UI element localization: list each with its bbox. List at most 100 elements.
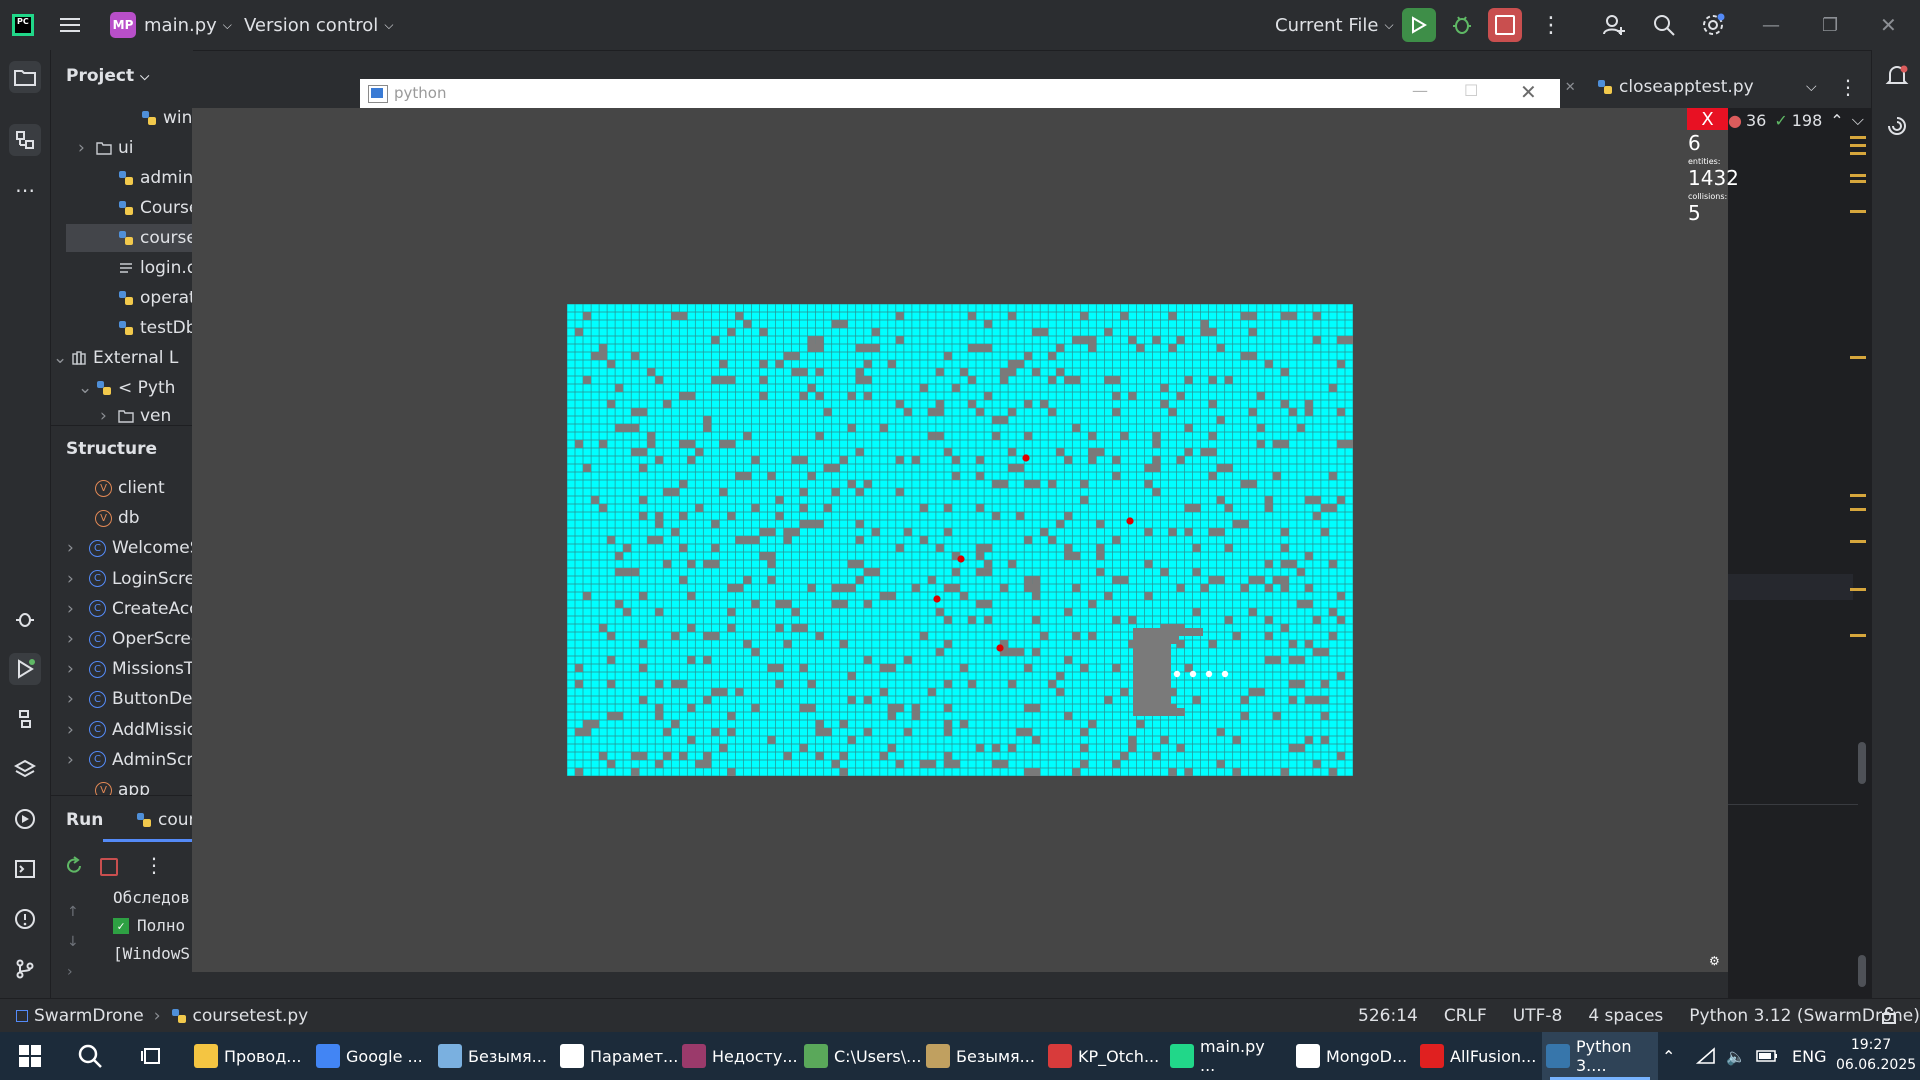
project-tree-row[interactable]: ⌄ < Pyth (51, 374, 193, 402)
chevron-down-icon[interactable]: ⌄ (78, 378, 92, 398)
main-menu-icon[interactable] (60, 0, 82, 50)
breadcrumb-file[interactable]: coursetest.py (193, 1006, 309, 1026)
run-config-selector[interactable]: Current File ⌵ (1275, 0, 1394, 50)
next-problem-icon[interactable]: ⌵ (1852, 110, 1864, 130)
tabs-dropdown-icon[interactable]: ⌵ (1806, 66, 1817, 108)
scroll-up-icon[interactable]: ↑ (67, 904, 79, 920)
prev-problem-icon[interactable]: ⌃ (1830, 111, 1843, 130)
vcs-selector[interactable]: Version control ⌵ (244, 0, 393, 50)
taskbar-app[interactable]: AllFusion... (1416, 1032, 1536, 1080)
taskbar-app[interactable]: MongoD... (1292, 1032, 1408, 1080)
app-close-button[interactable]: X (1687, 108, 1728, 130)
project-tree-row[interactable]: adminN (51, 164, 206, 192)
expand-icon[interactable]: › (67, 964, 73, 980)
editor-tab[interactable]: closeapptest.py (1597, 66, 1754, 108)
debug-tool-icon[interactable] (9, 603, 41, 635)
debug-button[interactable] (1450, 0, 1474, 50)
chevron-right-icon[interactable]: › (100, 406, 114, 426)
network-icon[interactable] (1696, 1032, 1716, 1080)
stop-icon[interactable] (100, 858, 118, 876)
structure-tool-icon[interactable] (9, 124, 41, 156)
chevron-right-icon[interactable]: › (67, 569, 89, 589)
run-panel-title[interactable]: Run (66, 806, 103, 834)
editor-scrollbar-thumb[interactable] (1858, 742, 1866, 784)
structure-row[interactable]: › C ButtonDel (51, 685, 197, 713)
stop-button[interactable] (1488, 0, 1522, 50)
layers-icon[interactable] (9, 753, 41, 785)
tabs-more-icon[interactable]: ⋮ (1838, 66, 1858, 108)
structure-row[interactable]: › C LoginScre (51, 565, 195, 593)
chevron-right-icon[interactable]: › (67, 629, 89, 649)
ai-assistant-icon[interactable] (1885, 114, 1909, 138)
project-panel-header[interactable]: Project ⌵ (66, 62, 149, 90)
terminal-icon[interactable] (9, 853, 41, 885)
rerun-button[interactable] (1402, 0, 1436, 50)
more-actions-icon[interactable]: ⋮ (144, 853, 164, 877)
project-tree-row[interactable]: operat (51, 284, 196, 312)
chevron-right-icon[interactable]: › (67, 659, 89, 679)
search-icon[interactable] (1652, 0, 1676, 50)
structure-row[interactable]: › C OperScree (51, 625, 201, 653)
notifications-icon[interactable] (1885, 64, 1909, 88)
close-icon[interactable]: ✕ (1880, 0, 1897, 50)
project-tree-row[interactable]: ⌄ External L (51, 344, 193, 372)
project-tree-row[interactable]: login.d (51, 254, 198, 282)
settings-gear-icon[interactable] (1700, 0, 1726, 50)
chevron-right-icon[interactable]: › (67, 720, 89, 740)
structure-row[interactable]: Vdb (51, 504, 140, 532)
simulation-grid[interactable] (567, 304, 1353, 776)
structure-row[interactable]: › C CreateAcc (51, 595, 199, 623)
structure-row[interactable]: › C WelcomeS (51, 534, 201, 562)
project-tool-icon[interactable] (9, 61, 41, 93)
structure-panel-title[interactable]: Structure (66, 435, 157, 463)
volume-icon[interactable]: 🔈 (1726, 1032, 1746, 1080)
chevron-down-icon[interactable]: ⌄ (53, 348, 67, 368)
taskbar-app[interactable]: Парамет... (556, 1032, 678, 1080)
pycharm-logo[interactable]: PC (12, 0, 34, 50)
services-icon[interactable] (9, 803, 41, 835)
close-tab-icon[interactable]: ✕ (1565, 80, 1576, 95)
maximize-icon[interactable]: ☐ (1464, 81, 1478, 100)
search-icon[interactable] (72, 1032, 108, 1080)
run-scrollbar-thumb[interactable] (1858, 955, 1866, 987)
more-actions-icon[interactable]: ⋮ (1540, 0, 1562, 50)
add-user-icon[interactable] (1602, 0, 1626, 50)
windows-start-icon[interactable] (12, 1032, 48, 1080)
project-tree-row[interactable]: win (51, 104, 193, 132)
project-tree-row[interactable]: course (66, 224, 197, 252)
lock-icon[interactable] (1880, 1006, 1898, 1024)
breadcrumb-project[interactable]: SwarmDrone (34, 1006, 144, 1026)
scroll-down-icon[interactable]: ↓ (67, 934, 79, 950)
taskbar-app[interactable]: Безымя... (434, 1032, 550, 1080)
taskbar-app[interactable]: Недосту... (678, 1032, 798, 1080)
structure-row[interactable]: › C MissionsT (51, 655, 194, 683)
run-tool-icon[interactable] (9, 653, 41, 685)
taskbar-app[interactable]: Провод... (190, 1032, 306, 1080)
git-icon[interactable] (9, 953, 41, 985)
minimize-icon[interactable]: — (1762, 0, 1780, 50)
taskbar-app[interactable]: Безымя... (922, 1032, 1038, 1080)
python-console-icon[interactable] (9, 703, 41, 735)
taskbar-app[interactable]: Google ... (312, 1032, 428, 1080)
chevron-right-icon[interactable]: › (67, 538, 89, 558)
taskbar-app[interactable]: main.py ... (1166, 1032, 1282, 1080)
structure-row[interactable]: › C AddMissic (51, 716, 196, 744)
chevron-right-icon[interactable]: › (67, 750, 89, 770)
battery-icon[interactable] (1756, 1032, 1778, 1080)
taskbar-app[interactable]: Python 3.... (1542, 1032, 1658, 1080)
indent-setting[interactable]: 4 spaces (1588, 1006, 1663, 1026)
project-selector[interactable]: MP main.py ⌵ (110, 0, 232, 50)
restore-icon[interactable]: ❐ (1822, 0, 1838, 50)
task-view-icon[interactable] (134, 1032, 170, 1080)
chevron-right-icon[interactable]: › (78, 138, 92, 158)
rerun-icon[interactable] (64, 856, 84, 876)
taskbar-app[interactable]: KP_Otch... (1044, 1032, 1160, 1080)
chevron-right-icon[interactable]: › (67, 689, 89, 709)
tray-chevron-up-icon[interactable]: ⌃ (1662, 1032, 1675, 1080)
chevron-right-icon[interactable]: › (67, 599, 89, 619)
structure-row[interactable]: Vclient (51, 474, 165, 502)
run-tab[interactable]: cour (136, 806, 196, 834)
more-tools-icon[interactable]: ⋯ (9, 174, 41, 206)
project-tree-row[interactable]: Course (51, 194, 199, 222)
minimize-icon[interactable]: — (1412, 81, 1428, 100)
